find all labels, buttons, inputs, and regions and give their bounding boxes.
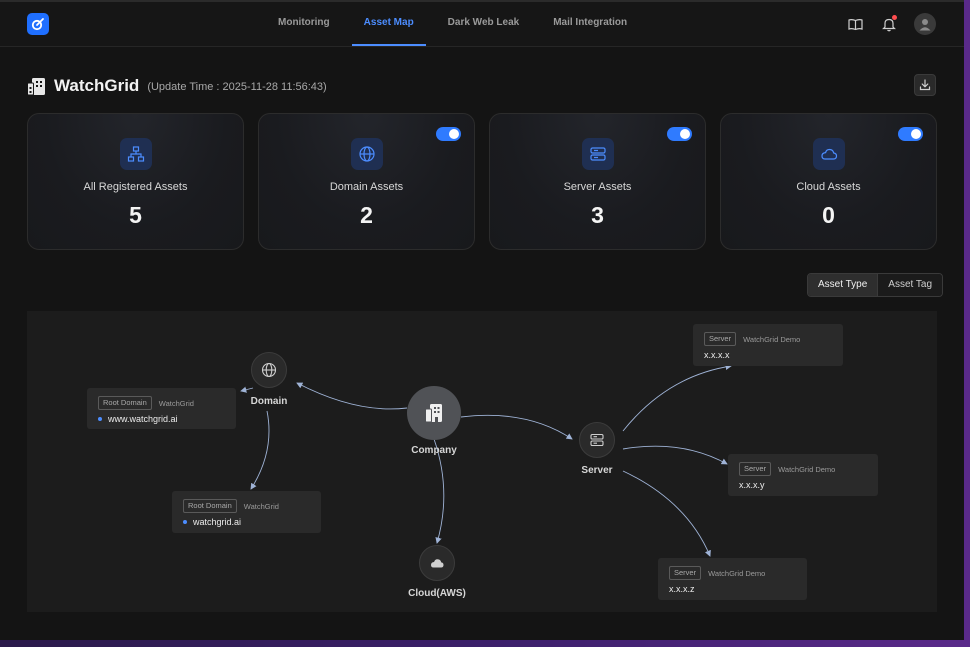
asset-tag: Server <box>739 462 772 476</box>
globe-icon <box>261 362 277 378</box>
card-value: 3 <box>591 202 604 228</box>
globe-icon <box>350 138 383 170</box>
card-all-registered-assets[interactable]: All Registered Assets 5 <box>27 113 244 250</box>
asset-owner: WatchGrid Demo <box>708 568 766 578</box>
download-icon <box>919 79 931 91</box>
edge-company-server <box>460 414 573 440</box>
asset-owner: WatchGrid <box>243 501 279 511</box>
notification-bell-icon[interactable] <box>880 15 898 33</box>
card-value: 0 <box>822 202 835 228</box>
server-node-label: Server <box>581 465 613 476</box>
card-value: 5 <box>129 202 142 228</box>
user-avatar[interactable] <box>914 13 936 35</box>
asset-value: x.x.x.y <box>739 480 765 490</box>
cloud-node[interactable] <box>419 545 455 581</box>
main-nav: Monitoring Asset Map Dark Web Leak Mail … <box>266 2 649 46</box>
server-node[interactable] <box>579 422 615 458</box>
asset-map-canvas[interactable]: Domain Company Server Cloud(AWS) Root Do… <box>27 311 937 612</box>
nav-tab-mail-integration[interactable]: Mail Integration <box>541 2 639 46</box>
cloud-node-label: Cloud(AWS) <box>408 588 466 599</box>
update-time: (Update Time : 2025-11-28 11:56:43) <box>147 81 327 93</box>
notification-dot <box>892 15 897 20</box>
asset-tag: Server <box>704 332 737 346</box>
asset-owner: WatchGrid Demo <box>778 464 836 474</box>
app-window: Monitoring Asset Map Dark Web Leak Mail … <box>0 0 964 640</box>
building-icon <box>27 78 45 95</box>
asset-type-button[interactable]: Asset Type <box>808 274 878 296</box>
asset-tag: Server <box>669 566 702 580</box>
watchgrid-logo-icon[interactable] <box>27 13 49 35</box>
server-icon <box>590 433 604 447</box>
server-asset-card[interactable]: Server WatchGrid Demo x.x.x.z <box>658 558 807 600</box>
card-domain-assets[interactable]: Domain Assets 2 <box>258 113 475 250</box>
asset-value: x.x.x.x <box>704 350 730 360</box>
server-asset-card[interactable]: Server WatchGrid Demo x.x.x.y <box>728 454 878 496</box>
page-header: WatchGrid (Update Time : 2025-11-28 11:5… <box>27 74 327 98</box>
card-cloud-assets[interactable]: Cloud Assets 0 <box>720 113 937 250</box>
card-server-assets[interactable]: Server Assets 3 <box>489 113 706 250</box>
company-node[interactable] <box>407 386 461 440</box>
asset-owner: WatchGrid Demo <box>743 334 801 344</box>
edge-domain-root-domain-1 <box>240 386 254 393</box>
cloud-icon <box>431 559 444 568</box>
server-asset-card[interactable]: Server WatchGrid Demo x.x.x.x <box>693 324 843 366</box>
asset-summary-cards: All Registered Assets 5 Domain Assets 2 <box>27 113 937 250</box>
user-icon <box>919 19 931 31</box>
nav-tab-dark-web-leak[interactable]: Dark Web Leak <box>436 2 532 46</box>
domain-asset-card[interactable]: Root Domain WatchGrid www.watchgrid.ai <box>87 388 236 429</box>
status-dot <box>183 520 187 524</box>
card-label: Server Assets <box>563 181 632 193</box>
asset-tag-button[interactable]: Asset Tag <box>877 274 943 296</box>
server-assets-toggle[interactable] <box>667 127 692 141</box>
building-icon <box>425 404 442 423</box>
edge-server-xxxz <box>622 470 711 557</box>
server-icon <box>581 138 614 170</box>
book-icon[interactable] <box>846 15 864 33</box>
nav-tab-monitoring[interactable]: Monitoring <box>266 2 342 46</box>
sitemap-icon <box>119 138 152 170</box>
cloud-assets-toggle[interactable] <box>898 127 923 141</box>
card-label: All Registered Assets <box>83 181 188 193</box>
domain-assets-toggle[interactable] <box>436 127 461 141</box>
view-mode-toggle: Asset Type Asset Tag <box>807 273 944 297</box>
top-right-icons <box>846 13 936 35</box>
asset-value: x.x.x.z <box>669 584 695 594</box>
edge-server-xxxy <box>622 445 728 465</box>
status-dot <box>98 417 102 421</box>
asset-tag: Root Domain <box>98 396 152 410</box>
top-navigation-bar: Monitoring Asset Map Dark Web Leak Mail … <box>0 2 964 47</box>
asset-owner: WatchGrid <box>158 398 194 408</box>
download-button[interactable] <box>914 74 936 96</box>
asset-tag: Root Domain <box>183 499 237 513</box>
nav-tab-asset-map[interactable]: Asset Map <box>351 2 426 46</box>
card-value: 2 <box>360 202 373 228</box>
company-node-label: Company <box>411 445 457 456</box>
domain-asset-card[interactable]: Root Domain WatchGrid watchgrid.ai <box>172 491 321 533</box>
edge-domain-root-domain-2 <box>250 410 270 490</box>
edge-server-xxxx <box>622 363 732 432</box>
card-label: Cloud Assets <box>796 181 861 193</box>
domain-node[interactable] <box>251 352 287 388</box>
asset-value: www.watchgrid.ai <box>108 414 178 424</box>
page-title: WatchGrid <box>54 76 140 95</box>
cloud-icon <box>812 138 845 170</box>
asset-value: watchgrid.ai <box>193 517 242 527</box>
card-label: Domain Assets <box>329 181 404 193</box>
